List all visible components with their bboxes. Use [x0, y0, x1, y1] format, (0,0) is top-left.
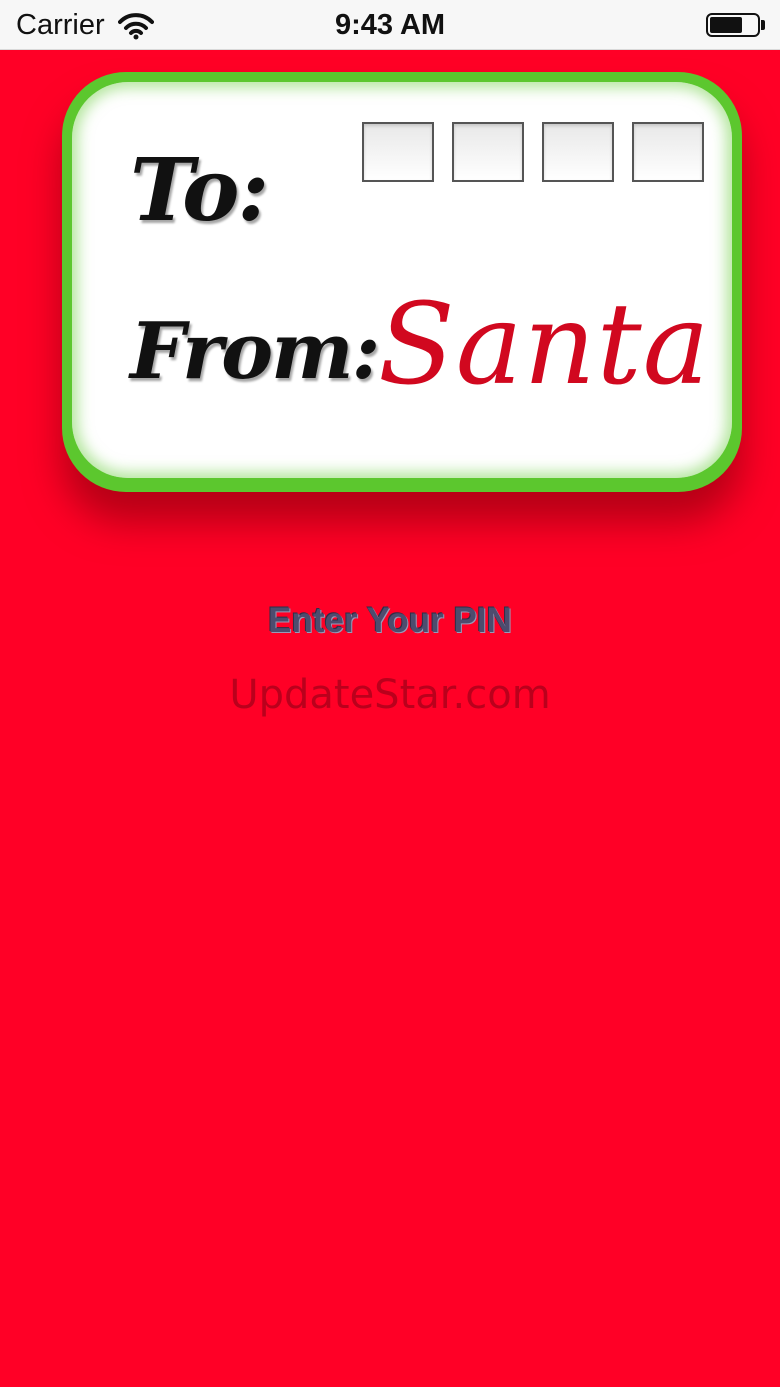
from-name-santa: Santa — [378, 280, 711, 410]
clock-time: 9:43 AM — [334, 9, 446, 41]
pin-digit-box-4[interactable] — [632, 122, 704, 182]
status-bar: Carrier 9:43 AM — [0, 0, 780, 50]
watermark: UpdateStar.com — [229, 672, 551, 718]
pin-digit-box-1[interactable] — [362, 122, 434, 182]
pin-prompt: Enter Your PIN — [268, 601, 512, 640]
pin-digit-box-2[interactable] — [452, 122, 524, 182]
gift-tag: To: From: Santa — [62, 72, 742, 492]
battery-nub — [761, 20, 765, 30]
battery-level-fill — [710, 17, 742, 33]
battery-icon — [706, 13, 760, 37]
from-label: From: — [130, 306, 380, 397]
gift-tag-card: To: From: Santa — [72, 82, 732, 478]
pin-digit-box-3[interactable] — [542, 122, 614, 182]
to-label: To: — [130, 140, 269, 241]
